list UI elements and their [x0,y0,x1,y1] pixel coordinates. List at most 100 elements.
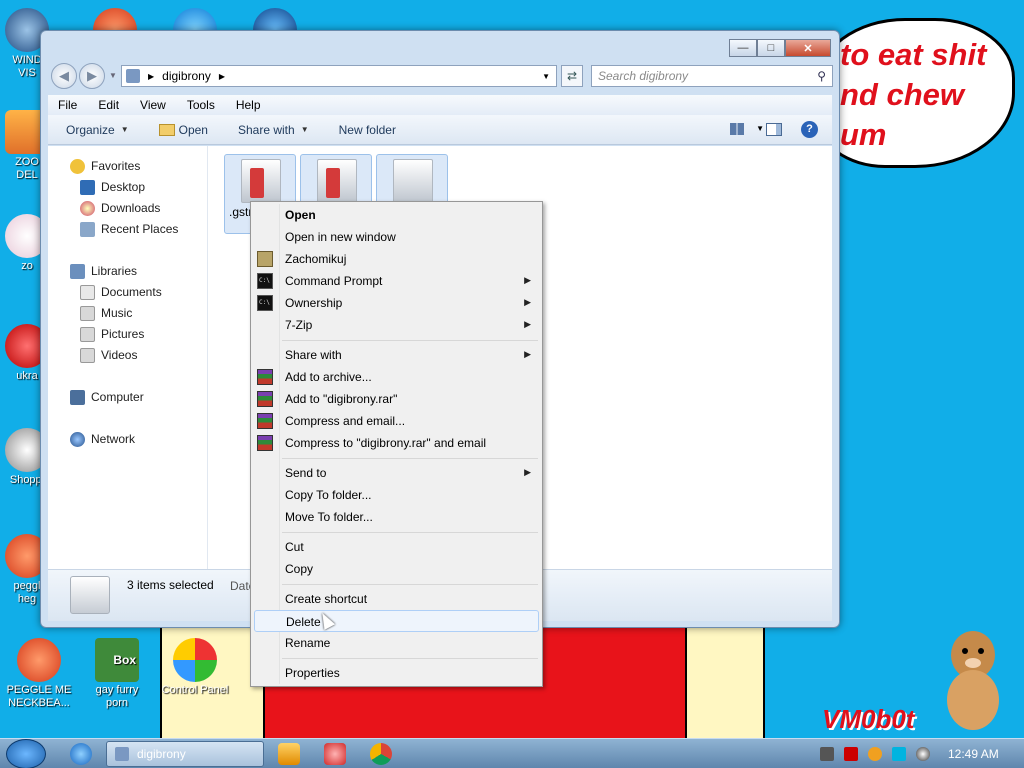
desktop-icon-label: ZOO DEL [15,156,39,181]
tray-app-icon[interactable] [820,747,834,761]
menu-item-cut[interactable]: Cut [254,536,539,558]
tray-speaker-icon[interactable] [916,747,930,761]
menu-bar: File Edit View Tools Help [48,95,832,115]
menu-item-properties[interactable]: Properties [254,662,539,684]
taskbar-item-label: digibrony [137,747,186,761]
clock[interactable]: 12:49 AM [948,747,999,761]
chrome-icon[interactable] [370,743,392,765]
open-button[interactable]: Open [158,123,208,137]
menu-item-label: Copy [285,562,314,576]
nav-recent-places[interactable]: Recent Places [80,219,178,239]
nav-pictures[interactable]: Pictures [80,324,144,344]
media-player-icon[interactable] [278,743,300,765]
winrar-icon [257,369,273,385]
app-icon[interactable] [324,743,346,765]
nav-computer[interactable]: Computer [70,387,144,407]
breadcrumb-arrow-icon[interactable]: ▶ [219,72,225,81]
menu-item-ownership[interactable]: Ownership ▶ [254,292,539,314]
help-icon[interactable]: ? [801,121,818,138]
menu-item-delete[interactable]: Delete [254,610,539,632]
control-panel-icon [173,638,217,682]
organize-button[interactable]: Organize ▼ [66,123,129,137]
nav-network[interactable]: Network [70,429,135,449]
share-with-button[interactable]: Share with ▼ [238,123,309,137]
menu-item-share-with[interactable]: Share with ▶ [254,344,539,366]
nav-libraries[interactable]: Libraries [70,261,137,281]
selection-thumbnail-icon [70,576,110,614]
nav-videos[interactable]: Videos [80,345,137,365]
maximize-button[interactable]: □ [757,39,785,57]
nav-desktop[interactable]: Desktop [80,177,145,197]
desktop-icon-control-panel[interactable]: Control Panel [156,638,234,697]
libraries-icon [70,263,85,279]
internet-explorer-icon[interactable] [70,743,92,765]
refresh-icon: ⇄ [566,69,578,83]
menu-separator [282,532,538,533]
address-bar[interactable]: ▶ digibrony ▶ ▼ [121,65,557,87]
menu-item-open[interactable]: Open [254,204,539,226]
start-button[interactable] [6,739,46,768]
computer-icon [70,389,85,405]
tray-v-icon[interactable] [844,747,858,761]
menu-item-send-to[interactable]: Send to ▶ [254,462,539,484]
menu-file[interactable]: File [48,98,88,112]
submenu-arrow-icon: ▶ [524,297,531,307]
new-folder-button[interactable]: New folder [339,123,396,137]
address-dropdown-icon[interactable]: ▼ [542,72,550,81]
menu-item-open-new-window[interactable]: Open in new window [254,226,539,248]
menu-item-copy-to-folder[interactable]: Copy To folder... [254,484,539,506]
share-with-label: Share with [237,122,295,137]
search-box[interactable]: ⚲ [591,65,833,87]
menu-edit[interactable]: Edit [88,98,130,112]
nav-recent-places-label: Recent Places [101,222,179,236]
desktop-icon-peggle-neckbeard[interactable]: PEGGLE ME NECKBEA... [0,638,78,710]
menu-item-zachomikuj[interactable]: Zachomikuj [254,248,539,270]
nav-documents[interactable]: Documents [80,282,162,302]
menu-separator [282,340,538,341]
menu-item-compress-rar-email[interactable]: Compress to "digibrony.rar" and email [254,432,539,454]
menu-item-label: Copy To folder... [285,488,372,502]
menu-tools[interactable]: Tools [177,98,226,112]
close-button[interactable]: ✕ [785,39,831,57]
menu-item-add-to-rar[interactable]: Add to "digibrony.rar" [254,388,539,410]
search-icon[interactable]: ⚲ [817,69,826,83]
back-button[interactable]: ◀ [51,63,77,89]
menu-item-label: Zachomikuj [285,252,347,266]
command-prompt-icon [257,273,273,289]
refresh-button[interactable]: ⇄ [561,65,583,87]
nav-downloads[interactable]: Downloads [80,198,160,218]
nav-music[interactable]: Music [80,303,132,323]
breadcrumb-arrow-icon[interactable]: ▶ [148,72,154,81]
tray-search-icon[interactable] [868,747,882,761]
search-input[interactable] [592,66,802,86]
documents-icon [80,284,95,300]
menu-item-command-prompt[interactable]: Command Prompt ▶ [254,270,539,292]
nav-favorites[interactable]: Favorites [70,156,140,176]
minimize-button[interactable]: — [729,39,757,57]
nav-computer-label: Computer [91,390,144,404]
menu-item-move-to-folder[interactable]: Move To folder... [254,506,539,528]
desktop-icon-furry[interactable]: Box gay furry porn [78,638,156,710]
menu-item-create-shortcut[interactable]: Create shortcut [254,588,539,610]
back-arrow-icon: ◀ [59,68,69,83]
view-chevron-down-icon[interactable]: ▼ [756,124,764,133]
file-thumbnail-icon [393,159,433,203]
music-icon [80,305,95,321]
window-controls: — □ ✕ [729,39,831,57]
preview-pane-icon[interactable] [766,123,782,136]
menu-help[interactable]: Help [226,98,272,112]
menu-item-add-to-archive[interactable]: Add to archive... [254,366,539,388]
menu-item-7zip[interactable]: 7-Zip ▶ [254,314,539,336]
tray-monitor-icon[interactable] [892,747,906,761]
recent-pages-chevron-icon[interactable]: ▼ [109,71,117,80]
menu-view[interactable]: View [130,98,177,112]
menu-item-label: Rename [285,636,331,650]
menu-item-compress-email[interactable]: Compress and email... [254,410,539,432]
breadcrumb-digibrony[interactable]: digibrony [162,69,211,83]
change-view-icon[interactable] [730,123,744,135]
taskbar-item-digibrony[interactable]: digibrony [106,741,264,767]
videos-icon [80,347,95,363]
menu-item-rename[interactable]: Rename [254,632,539,654]
menu-item-copy[interactable]: Copy [254,558,539,580]
forward-button[interactable]: ▶ [79,63,105,89]
